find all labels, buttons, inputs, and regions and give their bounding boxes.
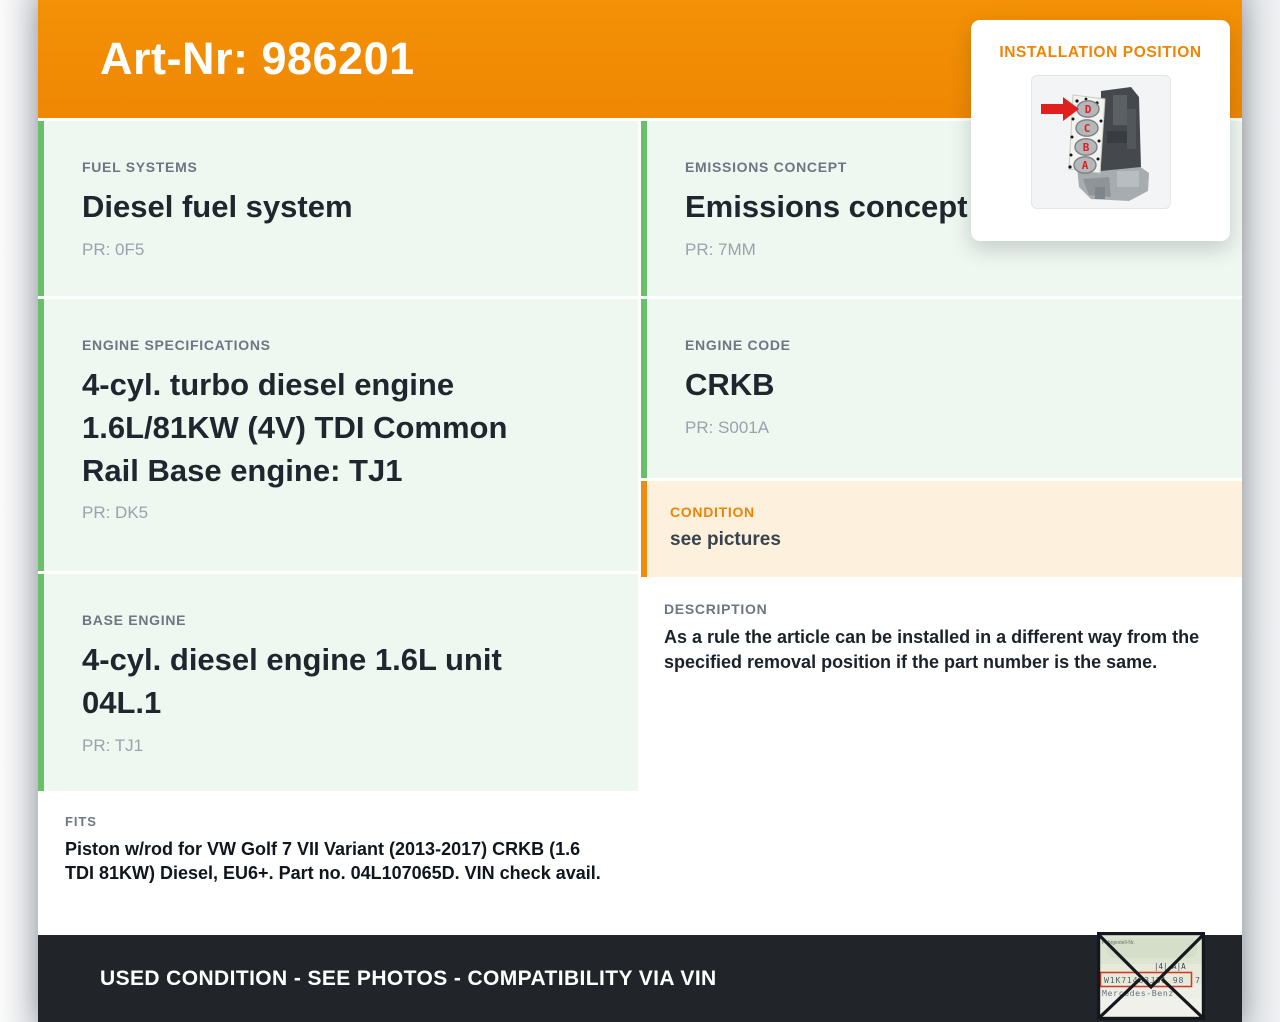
envelope-icon: Fahrgestell-Nr. |4| A|A W1K71463J31 98 7… [1097,932,1206,1021]
card-condition: CONDITION see pictures [641,481,1242,577]
card-base-engine: BASE ENGINE 4-cyl. diesel engine 1.6L un… [38,574,638,791]
installation-position-card: INSTALLATION POSITION D C B A [971,20,1230,241]
card-engine-specifications: ENGINE SPECIFICATIONS 4-cyl. turbo diese… [38,299,638,571]
card-fuel-systems: FUEL SYSTEMS Diesel fuel system PR: 0F5 [38,121,638,296]
engine-specifications-pr-code: PR: DK5 [82,503,149,523]
footer-banner-text: USED CONDITION - SEE PHOTOS - COMPATIBIL… [100,966,717,990]
engine-code-label: ENGINE CODE [685,337,791,353]
listing-sheet: Art-Nr: 986201 FUEL SYSTEMS Diesel fuel … [38,0,1242,1022]
installation-position-label: INSTALLATION POSITION [999,44,1202,61]
engine-image: D C B A [1040,87,1149,201]
description-text: As a rule the article can be installed i… [664,627,1200,672]
fuel-systems-value: Diesel fuel system [82,189,353,224]
engine-specifications-value: 4-cyl. turbo diesel engine 1.6L/81KW (4V… [82,367,508,488]
card-engine-code: ENGINE CODE CRKB PR: S001A [641,299,1242,478]
base-engine-label: BASE ENGINE [82,612,187,628]
fits-label: FITS [65,814,97,829]
card-fits: FITS Piston w/rod for VW Golf 7 VII Vari… [38,794,638,935]
description-section: DESCRIPTION As a rule the article can be… [641,591,1242,675]
condition-label: CONDITION [670,504,755,520]
cylinder-label-a: A [1081,159,1088,172]
vin-brand: Mercedes-Benz [1102,988,1174,998]
cylinder-label-d: D [1084,103,1091,116]
cylinder-label-c: C [1083,122,1090,135]
description-label: DESCRIPTION [664,601,768,617]
fuel-systems-label: FUEL SYSTEMS [82,159,198,175]
engine-image-frame: D C B A [1030,75,1171,209]
base-engine-pr-code: PR: TJ1 [82,735,144,755]
engine-code-pr-code: PR: S001A [685,417,770,437]
base-engine-value: 4-cyl. diesel engine 1.6L unit 04L.1 [82,642,502,720]
footer-banner: USED CONDITION - SEE PHOTOS - COMPATIBIL… [38,935,1242,1022]
engine-specifications-label: ENGINE SPECIFICATIONS [82,337,271,353]
article-number-title: Art-Nr: 986201 [100,33,415,84]
vin-code-suffix: 7 [1195,975,1200,985]
vin-plate-image: Fahrgestell-Nr. |4| A|A W1K71463J31 98 7… [1097,932,1206,1021]
page: Art-Nr: 986201 FUEL SYSTEMS Diesel fuel … [0,0,1280,1022]
fuel-systems-pr-code: PR: 0F5 [82,239,145,259]
emissions-concept-pr-code: PR: 7MM [685,239,756,259]
condition-value: see pictures [670,529,781,550]
fits-text: Piston w/rod for VW Golf 7 VII Variant (… [65,839,601,883]
engine-code-value: CRKB [685,367,775,402]
cylinder-label-b: B [1082,141,1089,154]
